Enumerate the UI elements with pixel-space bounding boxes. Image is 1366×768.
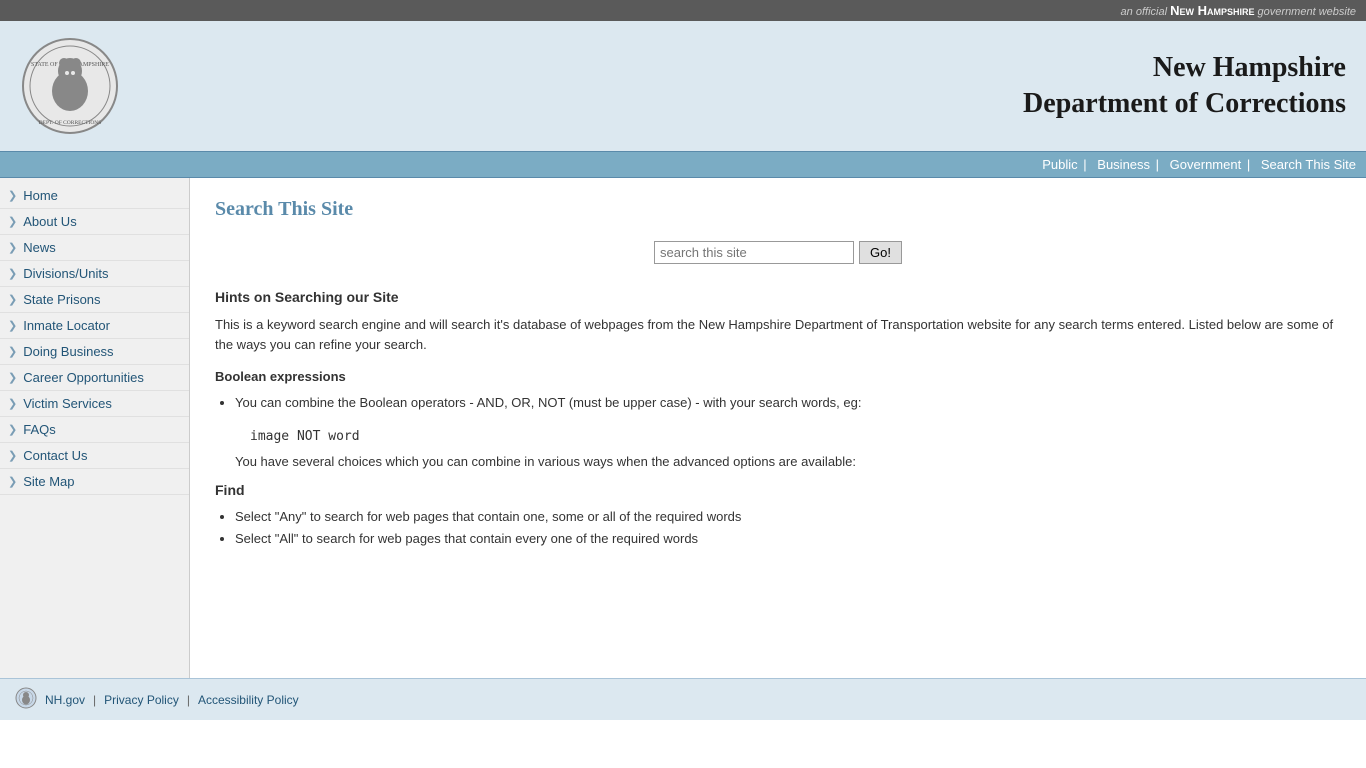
footer: NH.gov | Privacy Policy | Accessibility … (0, 678, 1366, 720)
site-title: New Hampshire Department of Corrections (1023, 50, 1346, 123)
sidebar-item-faqs-arrow-icon: ❯ (8, 423, 17, 436)
sidebar-item-home-arrow-icon: ❯ (8, 189, 17, 202)
nav-government[interactable]: Government (1170, 157, 1242, 172)
topbar-prefix: an official (1121, 6, 1167, 18)
nh-seal: STATE OF NEW HAMPSHIRE DEPT. OF CORRECTI… (20, 36, 120, 136)
boolean-list: You can combine the Boolean operators - … (235, 392, 1341, 414)
header: STATE OF NEW HAMPSHIRE DEPT. OF CORRECTI… (0, 21, 1366, 151)
layout: ❯ Home ❯ About Us ❯ News ❯ Divisions/Units ❯ Stat… (0, 178, 1366, 678)
sidebar-item-contact-label: Contact Us (23, 448, 87, 463)
site-title-line1: New Hampshire (1023, 50, 1346, 86)
page-title: Search This Site (215, 198, 1341, 221)
sidebar-item-about-arrow-icon: ❯ (8, 215, 17, 228)
sidebar-item-news-arrow-icon: ❯ (8, 241, 17, 254)
find-item-2: Select "All" to search for web pages tha… (235, 528, 1341, 550)
sidebar-item-business-arrow-icon: ❯ (8, 345, 17, 358)
sidebar-item-contact[interactable]: ❯ Contact Us (0, 443, 189, 469)
boolean-text2: You have several choices which you can c… (235, 452, 1341, 472)
sidebar-item-divisions[interactable]: ❯ Divisions/Units (0, 261, 189, 287)
sidebar-item-news-label: News (23, 240, 56, 255)
find-list: Select "Any" to search for web pages tha… (235, 506, 1341, 550)
sidebar-item-business[interactable]: ❯ Doing Business (0, 339, 189, 365)
footer-nhgov-link[interactable]: NH.gov (45, 693, 85, 707)
sidebar-item-prisons-label: State Prisons (23, 292, 100, 307)
sidebar-item-business-label: Doing Business (23, 344, 113, 359)
nav-sep-3: | (1247, 157, 1250, 172)
topbar-suffix: government website (1258, 6, 1356, 18)
top-bar: an official New Hampshire government web… (0, 0, 1366, 21)
find-item-1: Select "Any" to search for web pages tha… (235, 506, 1341, 528)
sidebar-item-careers[interactable]: ❯ Career Opportunities (0, 365, 189, 391)
sidebar-item-victim-label: Victim Services (23, 396, 112, 411)
topbar-name: New Hampshire (1170, 3, 1254, 18)
sidebar-item-inmate-label: Inmate Locator (23, 318, 110, 333)
sidebar-item-about-label: About Us (23, 214, 76, 229)
nav-sep-1: | (1083, 157, 1086, 172)
sidebar-item-inmate[interactable]: ❯ Inmate Locator (0, 313, 189, 339)
hints-title: Hints on Searching our Site (215, 289, 1341, 305)
main-content: Search This Site Go! Hints on Searching … (190, 178, 1366, 678)
sidebar-item-sitemap-label: Site Map (23, 474, 74, 489)
sidebar-item-faqs[interactable]: ❯ FAQs (0, 417, 189, 443)
nav-bar: Public | Business | Government | Search … (0, 151, 1366, 178)
sidebar-item-prisons[interactable]: ❯ State Prisons (0, 287, 189, 313)
nav-public[interactable]: Public (1042, 157, 1077, 172)
find-title: Find (215, 482, 1341, 498)
footer-sep-2: | (187, 693, 190, 707)
footer-sep-1: | (93, 693, 96, 707)
search-row: Go! (215, 241, 1341, 264)
sidebar-item-careers-arrow-icon: ❯ (8, 371, 17, 384)
nav-business[interactable]: Business (1097, 157, 1150, 172)
sidebar-item-victim-arrow-icon: ❯ (8, 397, 17, 410)
search-button[interactable]: Go! (859, 241, 902, 264)
sidebar-item-home-label: Home (23, 188, 58, 203)
sidebar-item-about[interactable]: ❯ About Us (0, 209, 189, 235)
footer-accessibility-link[interactable]: Accessibility Policy (198, 693, 299, 707)
sidebar-item-inmate-arrow-icon: ❯ (8, 319, 17, 332)
sidebar-item-divisions-arrow-icon: ❯ (8, 267, 17, 280)
sidebar-item-sitemap-arrow-icon: ❯ (8, 475, 17, 488)
boolean-example: image NOT word (250, 429, 1341, 444)
nav-sep-2: | (1156, 157, 1159, 172)
sidebar-item-careers-label: Career Opportunities (23, 370, 144, 385)
boolean-title: Boolean expressions (215, 369, 1341, 384)
sidebar-item-home[interactable]: ❯ Home (0, 183, 189, 209)
svg-text:DEPT. OF CORRECTIONS: DEPT. OF CORRECTIONS (39, 120, 102, 126)
sidebar-item-sitemap[interactable]: ❯ Site Map (0, 469, 189, 495)
sidebar-item-divisions-label: Divisions/Units (23, 266, 108, 281)
sidebar-item-faqs-label: FAQs (23, 422, 56, 437)
sidebar-item-prisons-arrow-icon: ❯ (8, 293, 17, 306)
boolean-item-1: You can combine the Boolean operators - … (235, 392, 1341, 414)
sidebar-item-contact-arrow-icon: ❯ (8, 449, 17, 462)
search-input[interactable] (654, 241, 854, 264)
footer-seal-icon (15, 687, 37, 712)
sidebar: ❯ Home ❯ About Us ❯ News ❯ Divisions/Units ❯ Stat… (0, 178, 190, 678)
site-title-line2: Department of Corrections (1023, 86, 1346, 122)
nav-search-this-site[interactable]: Search This Site (1261, 157, 1356, 172)
sidebar-item-victim[interactable]: ❯ Victim Services (0, 391, 189, 417)
sidebar-item-news[interactable]: ❯ News (0, 235, 189, 261)
hints-desc: This is a keyword search engine and will… (215, 315, 1341, 354)
footer-privacy-link[interactable]: Privacy Policy (104, 693, 179, 707)
